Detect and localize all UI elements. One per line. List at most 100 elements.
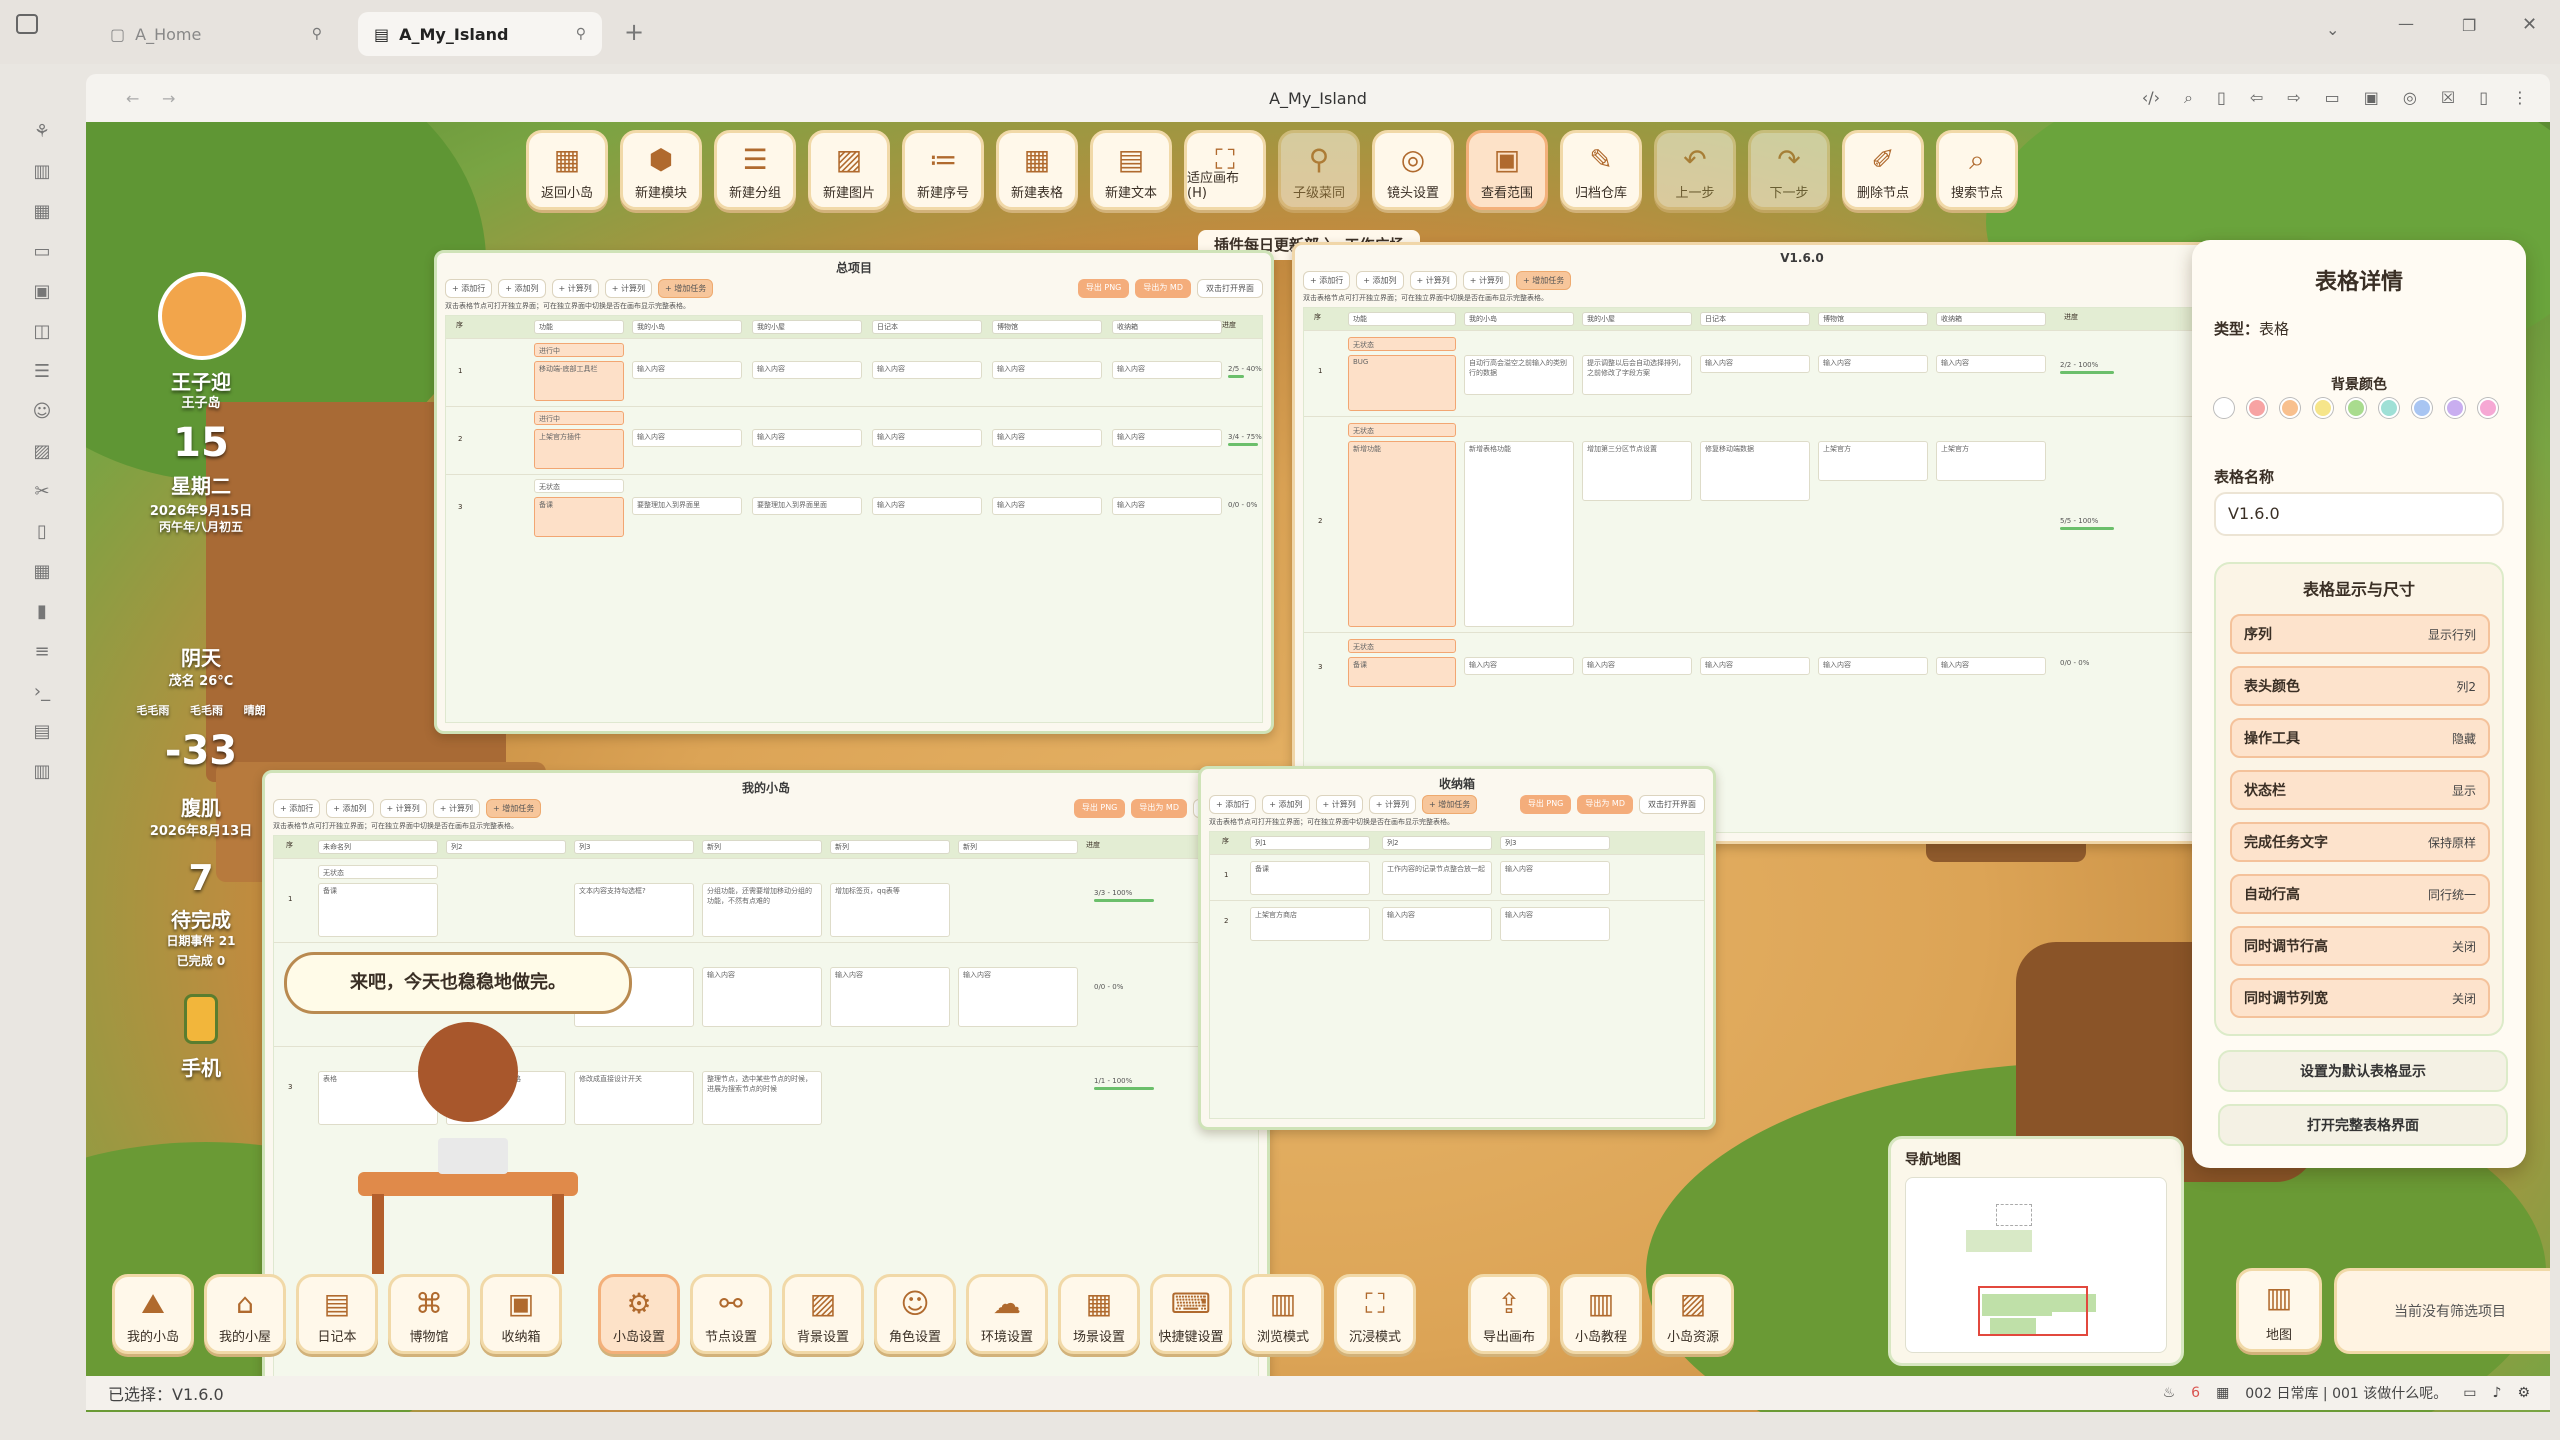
branch-icon[interactable]: ⚘ [30,120,54,144]
box-icon: ▣ [507,1287,535,1320]
close-icon[interactable]: ☒ [2441,88,2455,108]
btool-node-settings[interactable]: ⚯ 节点设置 [690,1274,772,1354]
calendar-icon[interactable]: ▣ [30,280,54,304]
screen-icon[interactable]: ▭ [2325,88,2340,108]
option-auto-height[interactable]: 自动行高 同行统一 [2230,874,2490,914]
pin-icon[interactable]: ⚲ [312,26,322,42]
bottom-toolbar: ⛰ 我的小岛 ⌂ 我的小屋 ▤ 日记本 ⌘ 博物馆 ▣ 收纳箱 ⚙ 小岛设置 ⚯ 节点设置 ▨… [86,122,1886,1412]
btool-diary[interactable]: ▤ 日记本 [296,1274,378,1354]
color-swatch[interactable] [2247,398,2267,418]
btool-immersive-mode[interactable]: ⛶ 沉浸模式 [1334,1274,1416,1354]
minimize-icon[interactable]: — [2398,14,2414,33]
option-tools[interactable]: 操作工具 隐藏 [2230,718,2490,758]
image-icon[interactable]: ▨ [30,440,54,464]
view-actions: ‹/› ⌕ ▯ ⇦ ⇨ ▭ ▣ ◎ ☒ ▯ ⋮ [2142,88,2528,108]
scene-icon: ▦ [1085,1287,1113,1320]
option-header-color[interactable]: 表头颜色 列2 [2230,666,2490,706]
more-icon[interactable]: ⋮ [2512,88,2528,108]
terminal-icon[interactable]: ›_ [30,680,54,704]
code-icon[interactable]: ‹/› [2142,88,2160,108]
btool-storage[interactable]: ▣ 收纳箱 [480,1274,562,1354]
btool-my-island[interactable]: ⛰ 我的小岛 [112,1274,194,1354]
forward-icon[interactable]: ⇨ [2287,88,2300,108]
pin-icon[interactable]: ⚲ [576,26,586,42]
btool-museum[interactable]: ⌘ 博物馆 [388,1274,470,1354]
blocks-icon[interactable]: ◫ [30,320,54,344]
btool-scene-settings[interactable]: ▦ 场景设置 [1058,1274,1140,1354]
table-detail-panel: 表格详情 类型：表格 背景颜色 表格名称 V1.6.0 表格显示与尺寸 序列 显示… [2192,240,2526,1168]
camera-icon[interactable]: ◎ [2403,88,2417,108]
color-swatch[interactable] [2478,398,2498,418]
table-icon[interactable]: ▤ [30,720,54,744]
bookmark-outline-icon[interactable]: ▯ [2479,88,2488,108]
bookmark-icon[interactable]: ▮ [30,600,54,624]
picture-icon: ▨ [809,1287,837,1320]
btool-island-tutorial[interactable]: ▥ 小岛教程 [1560,1274,1642,1354]
file-icon: ▢ [110,24,126,44]
daily-status[interactable]: 002 日常库 | 001 该做什么呢。 [2245,1383,2447,1403]
color-swatch[interactable] [2214,398,2234,418]
bell-icon[interactable]: ♪ [2493,1385,2502,1401]
color-swatch[interactable] [2280,398,2300,418]
open-full-table-button[interactable]: 打开完整表格界面 [2218,1104,2508,1146]
btool-export-canvas[interactable]: ⇪ 导出画布 [1468,1274,1550,1354]
color-swatch[interactable] [2313,398,2333,418]
tab-a-home[interactable]: ▢ A_Home ⚲ [94,12,338,56]
option-sequence[interactable]: 序列 显示行列 [2230,614,2490,654]
map-icon[interactable]: ▥ [30,160,54,184]
progress-bar [2060,371,2114,374]
book-icon[interactable]: ▦ [30,200,54,224]
color-swatch[interactable] [2412,398,2432,418]
btool-island-resources[interactable]: ▨ 小岛资源 [1652,1274,1734,1354]
close-icon[interactable]: ✕ [2522,14,2537,35]
btool-character-settings[interactable]: ☺ 角色设置 [874,1274,956,1354]
table-name-input[interactable]: V1.6.0 [2214,492,2504,536]
panel-icon[interactable]: ▥ [30,760,54,784]
bookmark-icon[interactable]: ▯ [2217,88,2226,108]
btool-background-settings[interactable]: ▨ 背景设置 [782,1274,864,1354]
restore-icon[interactable]: ❐ [2462,16,2476,35]
sidebar-toggle-icon[interactable] [16,14,38,34]
minimap-view[interactable] [1905,1177,2167,1353]
tools-icon[interactable]: ✂ [30,480,54,504]
smile-icon[interactable]: ☺ [30,400,54,424]
new-tab-button[interactable]: + [624,18,644,46]
filter-status[interactable]: 当前没有筛选项目 [2334,1268,2550,1354]
btool-environment-settings[interactable]: ☁ 环境设置 [966,1274,1048,1354]
btool-my-house[interactable]: ⌂ 我的小屋 [204,1274,286,1354]
lock-icon[interactable]: ▣ [2364,88,2379,108]
map-icon: ▥ [2265,1281,2293,1314]
search-icon[interactable]: ⌕ [2184,88,2193,108]
island-icon: ⛰ [141,1287,165,1320]
status-right: ♨ 6 ▦ 002 日常库 | 001 该做什么呢。 ▭ ♪ ⚙ [2163,1383,2530,1403]
island-canvas[interactable]: ▦ 返回小岛 ⬢ 新建模块 ☰ 新建分组 ▨ 新建图片 ≔ 新建序号 ▦ 新建表格 ▤ 新建文… [86,122,2550,1412]
settings-icon[interactable]: ⚙ [2517,1385,2530,1401]
color-swatch[interactable] [2379,398,2399,418]
menu-icon[interactable]: ≡ [30,640,54,664]
option-status-bar[interactable]: 状态栏 显示 [2230,770,2490,810]
minimap-panel[interactable]: 导航地图 [1888,1136,2184,1366]
plugin-icon[interactable]: ♨ [2163,1385,2176,1401]
option-sync-col-width[interactable]: 同时调节列宽 关闭 [2230,978,2490,1018]
chevron-down-icon[interactable]: ⌄ [2326,20,2339,39]
btool-island-settings[interactable]: ⚙ 小岛设置 [598,1274,680,1354]
layers-icon[interactable]: ▭ [2463,1385,2476,1401]
option-sync-row-height[interactable]: 同时调节行高 关闭 [2230,926,2490,966]
color-swatch[interactable] [2346,398,2366,418]
archive-icon[interactable]: ▭ [30,240,54,264]
set-default-button[interactable]: 设置为默认表格显示 [2218,1050,2508,1092]
character-icon: ☺ [900,1287,930,1320]
list-icon[interactable]: ☰ [30,360,54,384]
minimap-viewport[interactable] [1978,1286,2088,1336]
back-icon[interactable]: ⇦ [2250,88,2263,108]
tab-a-my-island[interactable]: ▤ A_My_Island ⚲ [358,12,602,56]
option-done-text[interactable]: 完成任务文字 保持原样 [2230,822,2490,862]
tool-search-node[interactable]: ⌕ 搜索节点 [1936,130,2018,210]
minimap-node [1996,1204,2032,1226]
btool-shortcut-settings[interactable]: ⌨ 快捷键设置 [1150,1274,1232,1354]
color-swatch[interactable] [2445,398,2465,418]
map-button[interactable]: ▥ 地图 [2236,1268,2322,1352]
btool-browse-mode[interactable]: ▥ 浏览模式 [1242,1274,1324,1354]
trash-icon[interactable]: ▯ [30,520,54,544]
grid-icon[interactable]: ▦ [30,560,54,584]
